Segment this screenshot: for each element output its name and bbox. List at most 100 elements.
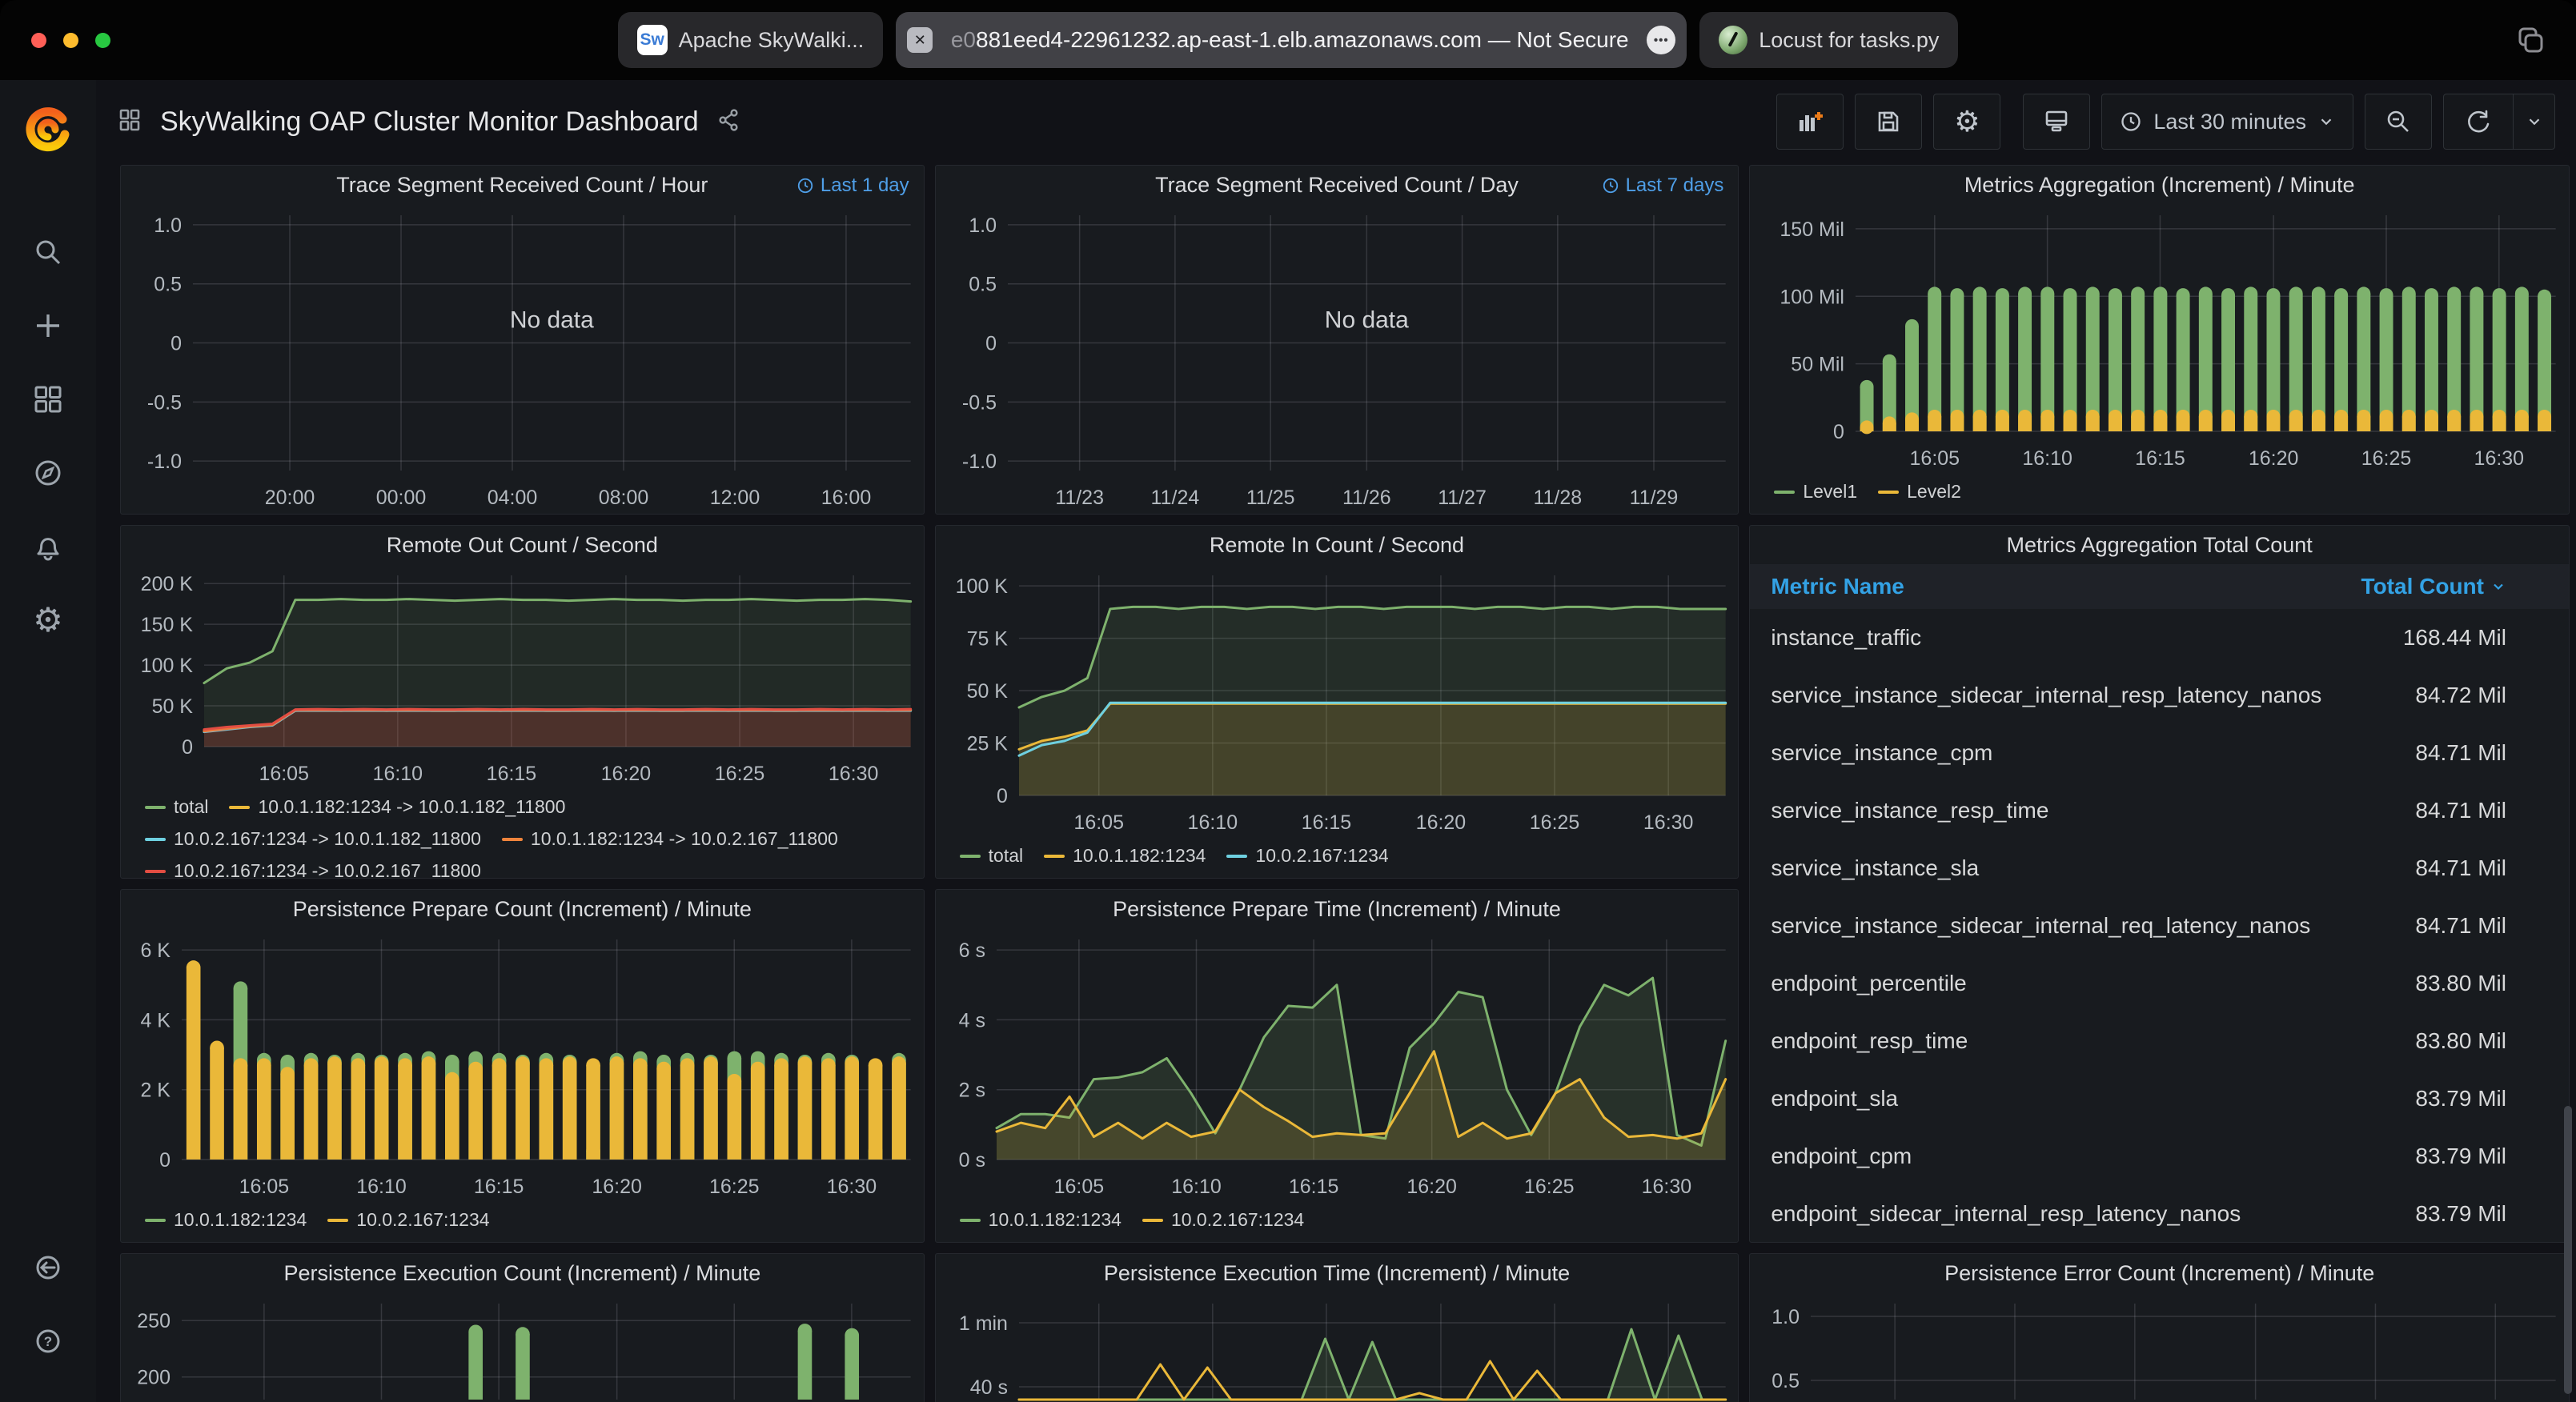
legend-item[interactable]: Level2 (1878, 481, 1961, 503)
panel-title[interactable]: Metrics Aggregation (Increment) / Minute (1964, 173, 2355, 198)
zoom-window-button[interactable] (95, 33, 110, 48)
share-icon[interactable] (716, 108, 740, 136)
total-count-sort-header[interactable]: Total Count (2361, 574, 2569, 599)
sidebar-item-dashboards[interactable] (30, 382, 66, 417)
browser-tab-locust[interactable]: Locust for tasks.py (1699, 12, 1958, 68)
metric-name-column-header[interactable]: Metric Name (1750, 574, 2361, 599)
legend-item[interactable]: 10.0.2.167:1234 -> 10.0.1.182_11800 (145, 828, 481, 850)
panel-prepare-time: Persistence Prepare Time (Increment) / M… (935, 889, 1739, 1243)
metric-name-cell: service_instance_sla (1750, 855, 2415, 881)
legend-item[interactable]: 10.0.2.167:1234 -> 10.0.2.167_11800 (145, 860, 481, 879)
legend-item[interactable]: 10.0.1.182:1234 (1044, 845, 1206, 867)
legend-item[interactable]: 10.0.1.182:1234 (145, 1209, 307, 1231)
dashboard-toolbar: ⚙ Last 30 minutes (1776, 94, 2555, 150)
svg-text:16:25: 16:25 (1524, 1176, 1575, 1198)
refresh-interval-dropdown[interactable] (2514, 94, 2555, 150)
panel-title[interactable]: Remote Out Count / Second (387, 533, 658, 558)
clock-icon (2120, 110, 2142, 133)
panel-time-override-link[interactable]: Last 7 days (1602, 174, 1724, 197)
svg-text:11/26: 11/26 (1342, 487, 1391, 509)
close-window-button[interactable] (31, 33, 46, 48)
sidebar-item-explore[interactable] (30, 455, 66, 491)
zoom-out-button[interactable] (2365, 94, 2432, 150)
sidebar-item-search[interactable] (30, 234, 66, 270)
svg-text:16:25: 16:25 (709, 1176, 760, 1198)
panel-title[interactable]: Metrics Aggregation Total Count (2007, 533, 2313, 558)
legend-item[interactable]: 10.0.1.182:1234 (960, 1209, 1121, 1231)
legend-item[interactable]: 10.0.2.167:1234 (1142, 1209, 1304, 1231)
legend-item[interactable]: Level1 (1774, 481, 1857, 503)
refresh-button[interactable] (2443, 94, 2514, 150)
sidebar-item-create[interactable] (30, 308, 66, 343)
svg-text:00:00: 00:00 (376, 487, 427, 509)
legend-item[interactable]: total (960, 845, 1023, 867)
save-dashboard-button[interactable] (1855, 94, 1922, 150)
legend-item[interactable]: 10.0.1.182:1234 -> 10.0.2.167_11800 (502, 828, 838, 850)
panel-title[interactable]: Persistence Prepare Count (Increment) / … (293, 897, 752, 922)
svg-text:4 s: 4 s (958, 1009, 985, 1031)
panel-title[interactable]: Trace Segment Received Count / Day (1155, 173, 1519, 198)
panel-time-override-link[interactable]: Last 1 day (796, 174, 909, 197)
tab-more-icon[interactable]: ••• (1647, 26, 1675, 54)
clock-icon (796, 177, 814, 194)
panel-title[interactable]: Persistence Error Count (Increment) / Mi… (1944, 1261, 2374, 1286)
legend-item[interactable]: 10.0.2.167:1234 (327, 1209, 489, 1231)
sidebar-item-signout[interactable] (30, 1250, 66, 1285)
legend-item[interactable]: total (145, 796, 208, 818)
chart-prepare-time[interactable]: 16:0516:1016:1516:2016:2516:300 s2 s4 s6… (936, 928, 1739, 1203)
sidebar-item-configuration[interactable]: ⚙ (30, 603, 66, 638)
dashboard-settings-button[interactable]: ⚙ (1933, 94, 2000, 150)
sidebar-item-help[interactable]: ? (30, 1324, 66, 1359)
panel-title[interactable]: Persistence Execution Count (Increment) … (283, 1261, 760, 1286)
svg-text:0.5: 0.5 (969, 274, 997, 296)
svg-text:0: 0 (171, 333, 182, 355)
chart-trace-day[interactable]: 11/2311/2411/2511/2611/2711/2811/291.00.… (936, 204, 1739, 514)
total-count-cell: 83.80 Mil (2415, 971, 2569, 996)
panel-grid: Trace Segment Received Count / Hour Last… (96, 163, 2576, 1402)
svg-text:16:15: 16:15 (487, 763, 537, 785)
cycle-view-button[interactable] (2023, 94, 2090, 150)
browser-tab-active[interactable]: ✕ e0881eed4-22961232.ap-east-1.elb.amazo… (896, 12, 1687, 68)
panel-prepare-count: Persistence Prepare Count (Increment) / … (120, 889, 925, 1243)
legend-item[interactable]: 10.0.2.167:1234 (1226, 845, 1388, 867)
minimize-window-button[interactable] (63, 33, 78, 48)
window-controls[interactable] (31, 33, 110, 48)
panel-title[interactable]: Persistence Prepare Time (Increment) / M… (1113, 897, 1561, 922)
chart-error-count[interactable]: 1.00.5 (1750, 1292, 2569, 1402)
chart-remote-in[interactable]: 16:0516:1016:1516:2016:2516:30025 K50 K7… (936, 564, 1739, 839)
time-range-picker[interactable]: Last 30 minutes (2101, 94, 2353, 150)
panel-title[interactable]: Trace Segment Received Count / Hour (336, 173, 708, 198)
close-tab-icon[interactable]: ✕ (907, 27, 933, 53)
svg-text:16:30: 16:30 (829, 763, 879, 785)
legend-label: 10.0.1.182:1234 -> 10.0.2.167_11800 (531, 828, 838, 850)
panel-title[interactable]: Persistence Execution Time (Increment) /… (1104, 1261, 1570, 1286)
add-panel-button[interactable] (1776, 94, 1844, 150)
grafana-sidebar: ⚙ ? (0, 80, 96, 1402)
sidebar-item-alerting[interactable] (30, 529, 66, 564)
svg-text:200 K: 200 K (141, 573, 194, 595)
chart-prepare-count[interactable]: 16:0516:1016:1516:2016:2516:3002 K4 K6 K (121, 928, 924, 1203)
chart-execution-time[interactable]: 1 min40 s (936, 1292, 1739, 1402)
tab-overview-icon[interactable] (2514, 24, 2547, 62)
total-count-cell: 84.71 Mil (2415, 740, 2569, 766)
page-title[interactable]: SkyWalking OAP Cluster Monitor Dashboard (160, 106, 699, 138)
panel-title[interactable]: Remote In Count / Second (1210, 533, 1464, 558)
table-row: service_instance_sla84.71 Mil (1750, 839, 2569, 897)
legend-label: 10.0.1.182:1234 (174, 1209, 307, 1231)
svg-text:04:00: 04:00 (488, 487, 538, 509)
chart-trace-hour[interactable]: 20:0000:0004:0008:0012:0016:001.00.50-0.… (121, 204, 924, 514)
panel-header: Trace Segment Received Count / Day Last … (936, 166, 1739, 204)
dashboard-grid-icon[interactable] (117, 107, 142, 137)
chart-execution-count[interactable]: 250200 (121, 1292, 924, 1402)
browser-tab-skywalking[interactable]: Sw Apache SkyWalki... (618, 12, 884, 68)
total-count-cell: 84.71 Mil (2415, 913, 2569, 939)
grafana-logo[interactable] (22, 101, 74, 159)
chart-metrics-aggregation[interactable]: 16:0516:1016:1516:2016:2516:30050 Mil100… (1750, 204, 2569, 475)
svg-text:0.5: 0.5 (1772, 1370, 1800, 1392)
chart-remote-out[interactable]: 16:0516:1016:1516:2016:2516:30050 K100 K… (121, 564, 924, 790)
page-scrollbar-thumb[interactable] (2564, 1106, 2572, 1394)
svg-text:75 K: 75 K (966, 628, 1008, 651)
legend-item[interactable]: 10.0.1.182:1234 -> 10.0.1.182_11800 (229, 796, 565, 818)
table-row: instance_traffic168.44 Mil (1750, 609, 2569, 667)
table-row: service_instance_cpm84.71 Mil (1750, 724, 2569, 782)
